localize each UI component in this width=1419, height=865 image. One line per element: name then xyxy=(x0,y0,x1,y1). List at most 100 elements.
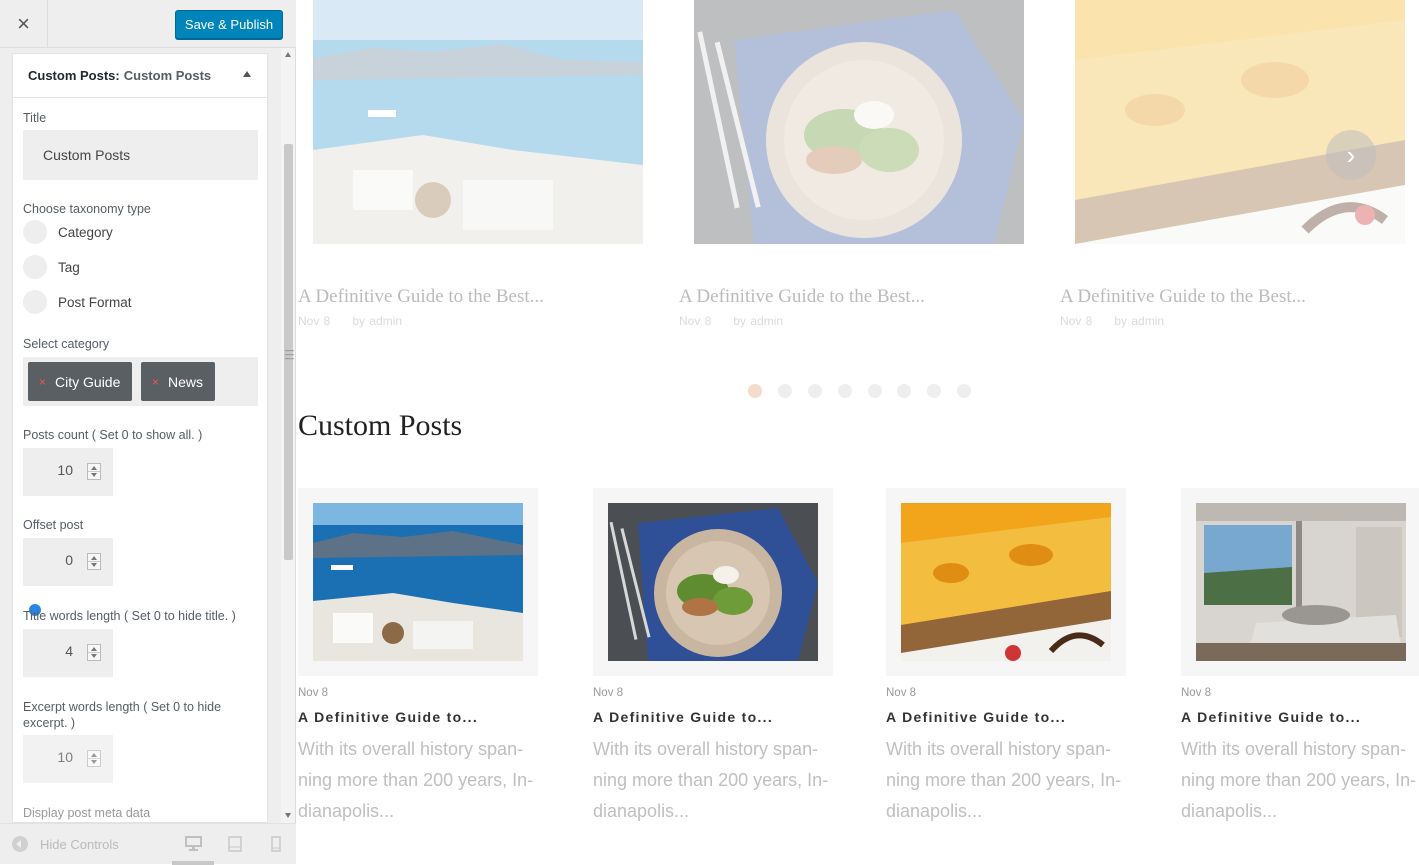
excerpt-words-input[interactable]: 10 xyxy=(23,735,113,783)
card-date: Nov 8 xyxy=(593,687,624,699)
resize-handle-icon[interactable]: — — — xyxy=(285,346,294,363)
radio-category[interactable]: Category xyxy=(23,220,113,616)
post-card[interactable] xyxy=(593,488,833,676)
card-date: Nov 8 xyxy=(298,687,329,699)
card-title[interactable]: A Definitive Guide to... xyxy=(593,709,773,725)
chip-label: News xyxy=(168,373,204,390)
slide-author[interactable]: by admin xyxy=(352,314,402,328)
site-preview: › A Definitive Guide to the Best... Nov … xyxy=(296,0,1419,864)
stepper-icon[interactable] xyxy=(87,644,101,661)
stepper-icon[interactable] xyxy=(87,553,101,570)
post-image-cheesecake[interactable] xyxy=(901,503,1111,661)
post-card[interactable] xyxy=(886,488,1126,676)
category-label: Select category xyxy=(23,337,110,351)
post-card[interactable] xyxy=(1181,488,1419,676)
excerpt-words-value: 10 xyxy=(57,749,73,765)
card-date: Nov 8 xyxy=(1181,687,1212,699)
slider-dot[interactable] xyxy=(927,384,941,398)
display-meta-label: Display post meta data xyxy=(23,806,151,820)
slide-author[interactable]: by admin xyxy=(1114,314,1164,328)
post-image-santorini[interactable] xyxy=(313,503,523,661)
slide-author[interactable]: by admin xyxy=(733,314,783,328)
posts-count-value: 10 xyxy=(57,462,73,478)
post-card[interactable] xyxy=(298,488,538,676)
title-words-input[interactable]: 4 xyxy=(23,629,113,677)
slider-next-icon[interactable]: › xyxy=(1326,130,1376,180)
title-label: Title xyxy=(23,111,47,125)
title-input[interactable] xyxy=(23,130,258,180)
slide-meta: Nov 8 by admin xyxy=(298,314,402,328)
slide-image-cheesecake[interactable] xyxy=(1075,0,1405,244)
radio-label: Tag xyxy=(58,259,80,275)
sidebar-scrollbar[interactable] xyxy=(281,48,295,824)
post-image-salad[interactable] xyxy=(608,503,818,661)
remove-chip-icon[interactable]: × xyxy=(152,375,159,389)
card-excerpt: With its overall history span-ning more … xyxy=(593,739,829,821)
slider-dot[interactable] xyxy=(808,384,822,398)
radio-label: Post Format xyxy=(58,294,132,310)
section-header[interactable]: Custom Posts: Custom Posts xyxy=(13,54,267,98)
hide-controls-button[interactable]: Hide Controls xyxy=(12,836,119,852)
desktop-icon[interactable] xyxy=(185,836,202,851)
slide-image-salad[interactable] xyxy=(694,0,1024,244)
radio-label: Category xyxy=(58,224,113,240)
slide-meta: Nov 8 by admin xyxy=(1060,314,1164,328)
collapse-sidebar-icon xyxy=(12,836,28,852)
card-title[interactable]: A Definitive Guide to... xyxy=(298,709,478,725)
active-device-indicator xyxy=(172,861,214,865)
slider-dot[interactable] xyxy=(897,384,911,398)
stepper-icon[interactable] xyxy=(87,750,101,767)
remove-chip-icon[interactable]: × xyxy=(39,375,46,389)
customizer-sidebar: × Save & Publish Custom Posts: Custom Po… xyxy=(0,0,296,865)
section-title-name: Custom Posts xyxy=(123,68,212,83)
card-title[interactable]: A Definitive Guide to... xyxy=(886,709,1066,725)
card-excerpt: With its overall history span-ning more … xyxy=(1181,739,1417,821)
tablet-icon[interactable] xyxy=(228,836,242,852)
slide-date: Nov 8 xyxy=(298,314,331,328)
scroll-down-icon[interactable] xyxy=(285,813,291,818)
slide-date: Nov 8 xyxy=(1060,314,1093,328)
slide-title[interactable]: A Definitive Guide to the Best... xyxy=(1060,286,1306,308)
post-image-bedroom[interactable] xyxy=(1196,503,1406,661)
slider-dot[interactable] xyxy=(778,384,792,398)
radio-post-format[interactable]: Post Format xyxy=(23,290,132,314)
slider-dot[interactable] xyxy=(838,384,852,398)
offset-value: 0 xyxy=(65,552,73,568)
slide-meta: Nov 8 by admin xyxy=(679,314,783,328)
radio-checked-icon[interactable] xyxy=(23,220,47,616)
slide-image-santorini[interactable] xyxy=(313,0,643,244)
scroll-up-icon[interactable] xyxy=(285,52,291,57)
chip-label: City Guide xyxy=(55,373,121,390)
slide-date: Nov 8 xyxy=(679,314,712,328)
offset-input[interactable]: 0 xyxy=(23,538,113,586)
mobile-icon[interactable] xyxy=(271,836,281,852)
category-chip: × News xyxy=(141,362,216,401)
card-title[interactable]: A Definitive Guide to... xyxy=(1181,709,1361,725)
section-title-prefix: Custom Posts: xyxy=(28,68,120,83)
posts-count-input[interactable]: 10 xyxy=(23,448,113,496)
category-select[interactable]: × City Guide × News xyxy=(23,357,258,406)
customizer-footer: Hide Controls xyxy=(0,823,296,865)
radio-tag[interactable]: Tag xyxy=(23,255,80,279)
card-excerpt: With its overall history span-ning more … xyxy=(886,739,1122,821)
section-heading: Custom Posts xyxy=(298,409,463,442)
taxonomy-label: Choose taxonomy type xyxy=(23,202,151,216)
excerpt-words-label: Excerpt words length ( Set 0 to hide exc… xyxy=(23,700,222,730)
title-words-value: 4 xyxy=(65,643,73,659)
posts-count-label: Posts count ( Set 0 to show all. ) xyxy=(23,428,203,442)
slide-title[interactable]: A Definitive Guide to the Best... xyxy=(298,286,544,308)
radio-unchecked-icon[interactable] xyxy=(23,255,47,279)
hide-controls-label: Hide Controls xyxy=(40,836,119,852)
save-publish-button[interactable]: Save & Publish xyxy=(175,10,283,39)
stepper-icon[interactable] xyxy=(87,463,101,480)
radio-unchecked-icon[interactable] xyxy=(23,290,47,314)
category-chip: × City Guide xyxy=(28,362,133,401)
slider-dot[interactable] xyxy=(868,384,882,398)
close-icon[interactable]: × xyxy=(0,0,48,48)
slider-dot-active[interactable] xyxy=(748,384,762,398)
slide-title[interactable]: A Definitive Guide to the Best... xyxy=(679,286,925,308)
card-excerpt: With its overall history span-ning more … xyxy=(298,739,534,821)
widget-panel: Custom Posts: Custom Posts Title Choose … xyxy=(12,53,268,823)
collapse-arrow-icon[interactable] xyxy=(243,71,251,77)
slider-dot[interactable] xyxy=(957,384,971,398)
